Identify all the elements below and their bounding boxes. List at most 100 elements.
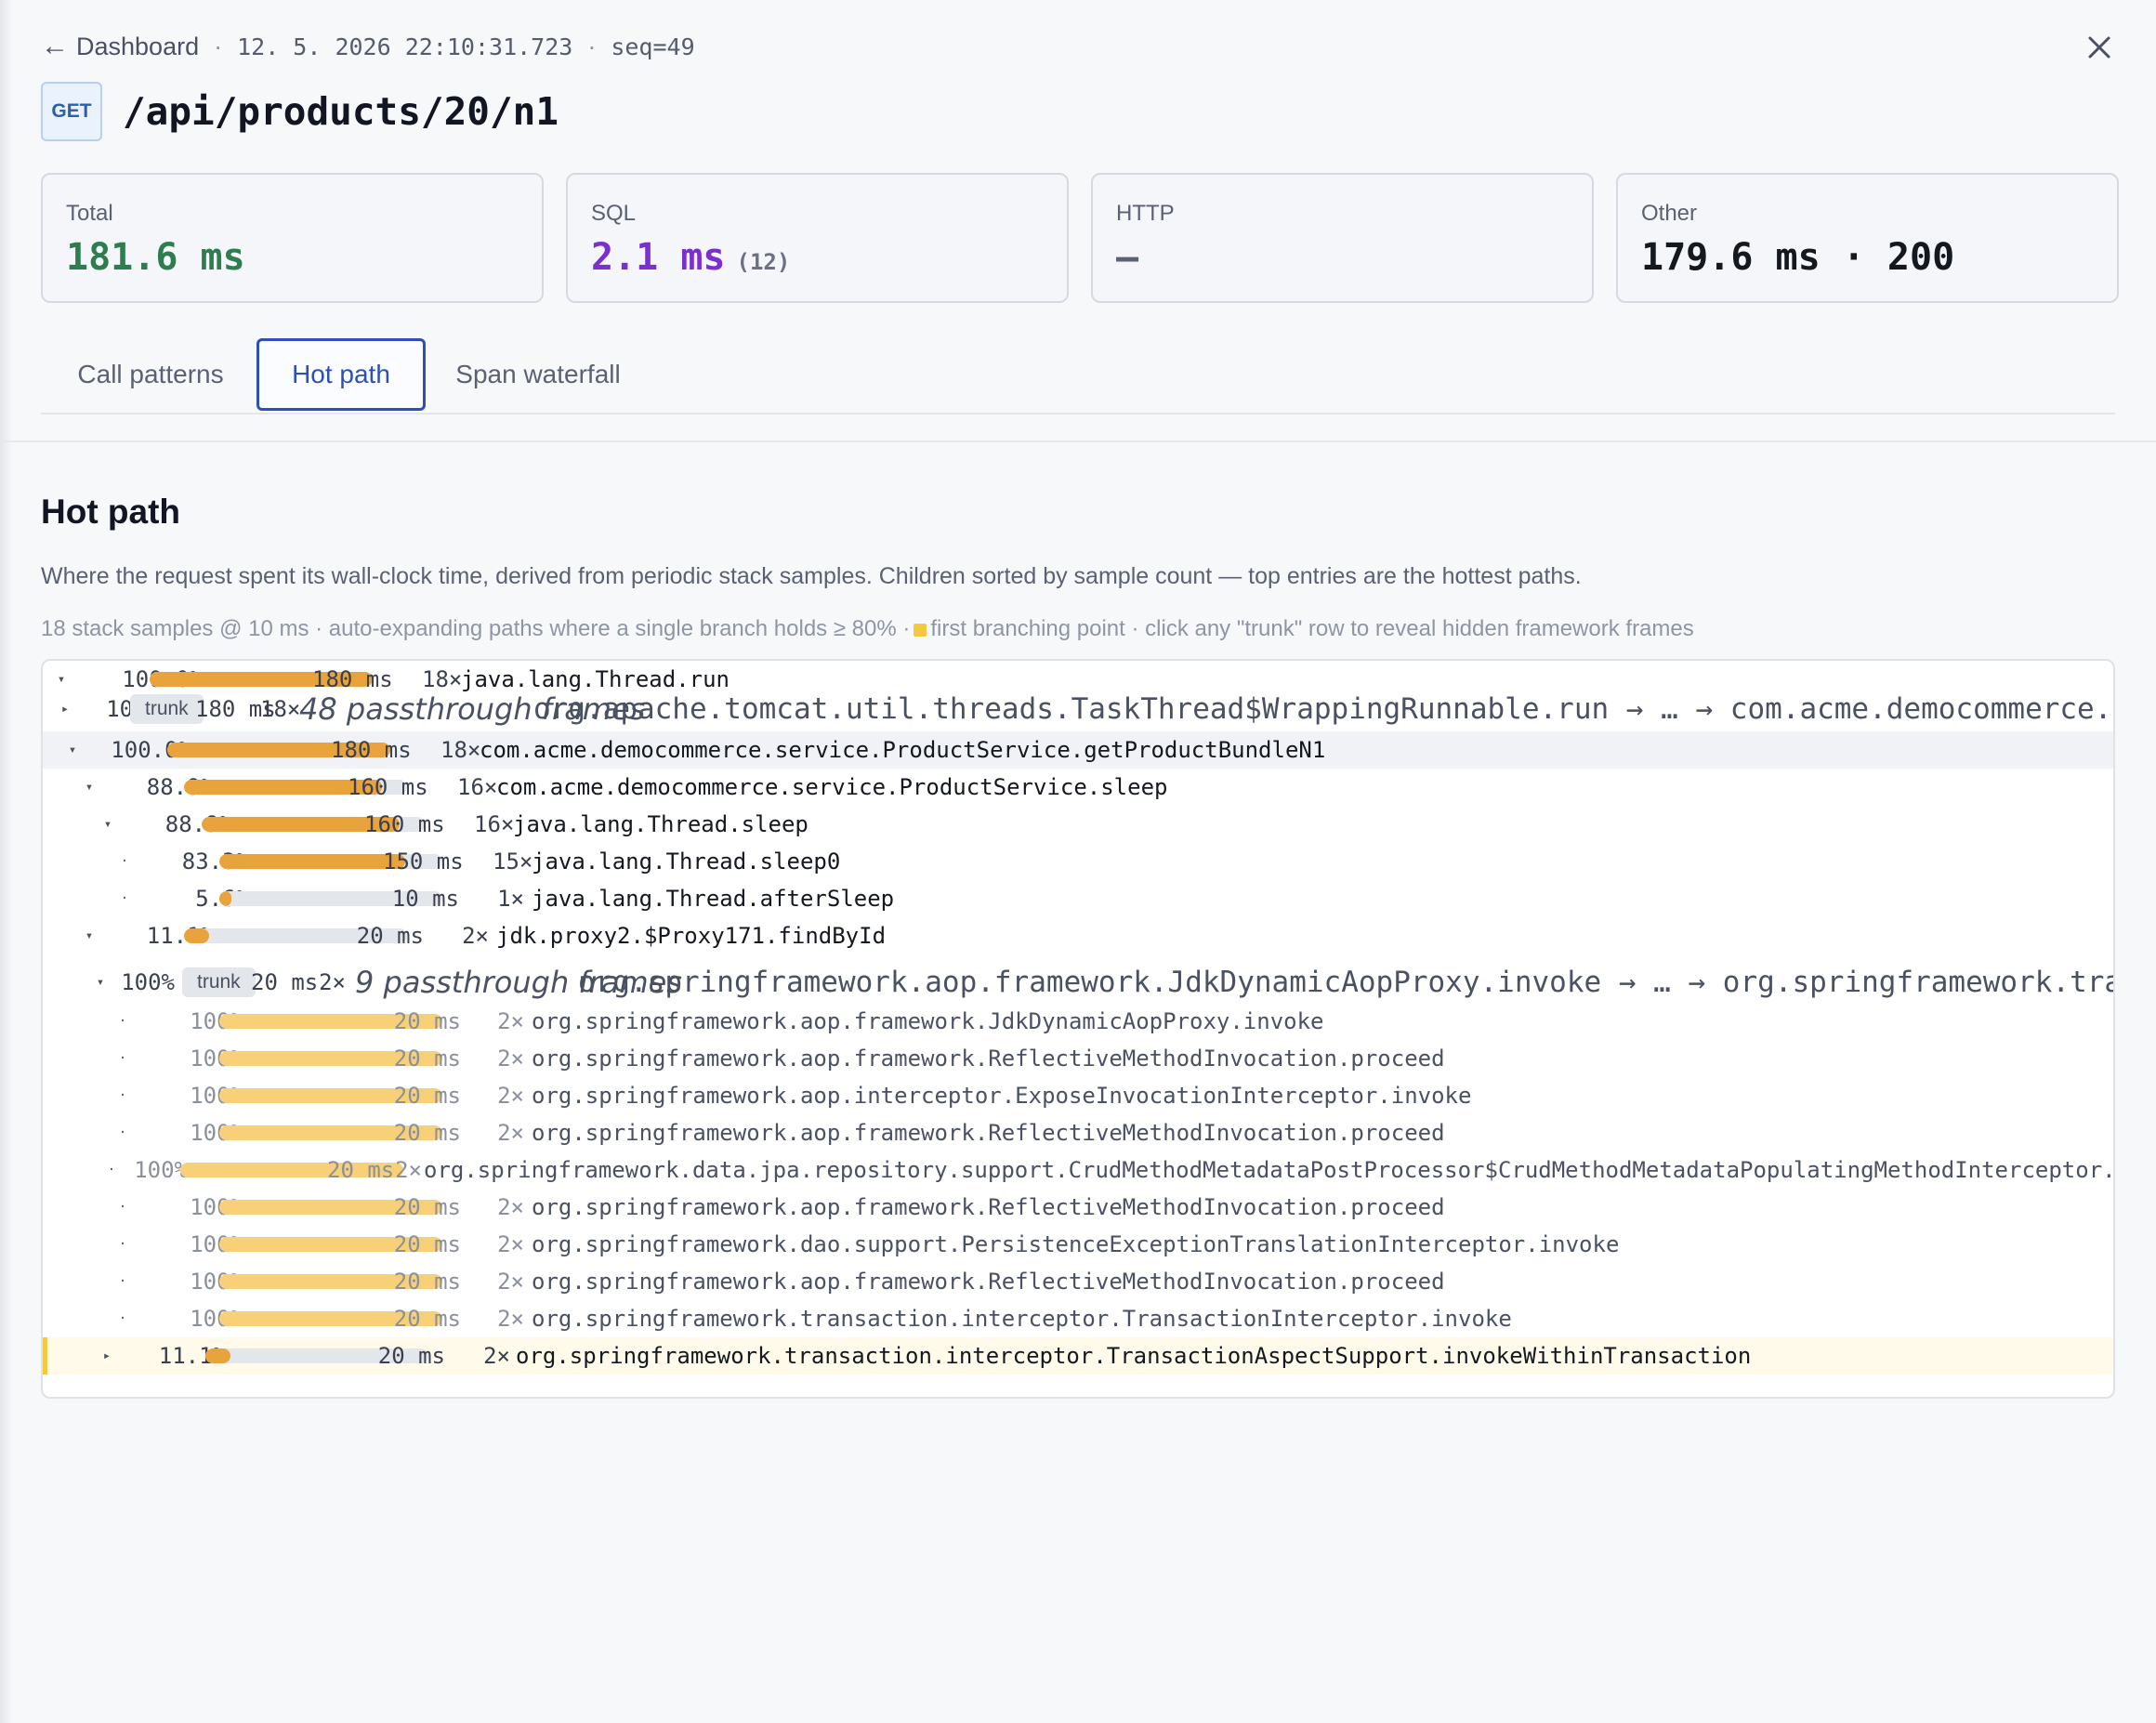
frame-name: org.springframework.aop.framework.Reflec…	[532, 1194, 1445, 1220]
tab-call-patterns[interactable]: Call patterns	[41, 338, 260, 411]
stat-card-sql: SQL 2.1 ms (12)	[566, 173, 1069, 303]
duration-ms: 20 ms	[393, 1231, 461, 1257]
sample-count: 2×	[497, 1306, 524, 1332]
sample-count: 2×	[483, 1343, 510, 1369]
tree-row[interactable]: ▾ 88.9% 160 ms 16× com.acme.democommerce.ser…	[43, 769, 2113, 806]
frame-name: org.springframework.dao.support.Persiste…	[532, 1231, 1620, 1257]
leaf-dot-icon: ·	[118, 1274, 127, 1289]
frame-name: java.lang.Thread.sleep	[513, 811, 808, 837]
sample-bar-fill	[219, 854, 405, 869]
sample-count: 2×	[497, 1231, 524, 1257]
stat-label: Other	[1641, 201, 1698, 226]
frame-name: java.lang.Thread.sleep0	[532, 848, 841, 875]
chevron-down-icon[interactable]: ▾	[80, 769, 99, 806]
trunk-badge[interactable]: trunk	[130, 694, 204, 724]
trunk-row[interactable]: ▾ 100% trunk 20 ms 2× 9 passthrough frames org…	[43, 960, 2113, 1005]
separator-dot: ·	[214, 32, 223, 60]
tree-row[interactable]: ▸ 11.1% 20 ms 2× org.springframework.transac…	[43, 1337, 2113, 1374]
frame-name: org.springframework.transaction.intercep…	[516, 1343, 1752, 1369]
close-button[interactable]	[2078, 26, 2121, 69]
sample-count: 2×	[497, 1083, 524, 1109]
tree-row[interactable]: ▾ 100.0% 180 ms 18× com.acme.democommerce.se…	[43, 731, 2113, 769]
sample-count: 16×	[474, 811, 515, 837]
header-divider	[0, 441, 2156, 442]
frame-name: org.springframework.aop.framework.Reflec…	[532, 1269, 1445, 1295]
trunk-row[interactable]: ▸100%trunk180 ms18×48 passthrough frames…	[43, 687, 2113, 731]
stat-card-other: Other 179.6 ms · 200	[1616, 173, 2119, 303]
tree-row[interactable]: ·5.6%10 ms1×java.lang.Thread.afterSleep	[43, 880, 2113, 917]
tree-row[interactable]: ▾ 88.9% 160 ms 16× java.lang.Thread.sleep	[43, 806, 2113, 843]
stat-sub-count: (12)	[736, 249, 791, 275]
chevron-right-icon[interactable]: ▸	[56, 687, 74, 731]
stat-cards: Total 181.6 ms SQL 2.1 ms (12) HTTP — Other 179.…	[41, 173, 2141, 303]
http-method-badge: GET	[41, 82, 102, 141]
tree-row[interactable]: · 100% 20 ms 2× org.springframework.aop.fram…	[43, 1263, 2113, 1300]
duration-ms: 150 ms	[383, 848, 464, 875]
frame-name: org.springframework.aop.framework.Reflec…	[532, 1120, 1445, 1146]
chevron-down-icon[interactable]: ▾	[63, 731, 82, 769]
tree-row[interactable]: · 100% 20 ms 2× org.springframework.transact…	[43, 1300, 2113, 1337]
tree-row[interactable]: · 100% 20 ms 2× org.springframework.aop.fram…	[43, 1114, 2113, 1151]
stat-value: 179.6 ms · 200	[1641, 236, 2117, 279]
stat-value-text: —	[1116, 236, 1139, 279]
tree-row[interactable]: · 83.3% 150 ms 15× java.lang.Thread.sleep0	[43, 843, 2113, 880]
leaf-dot-icon: ·	[107, 1163, 116, 1177]
request-path: /api/products/20/n1	[123, 89, 559, 134]
tree-row[interactable]: · 100% 20 ms 2× org.springframework.aop.fram…	[43, 1189, 2113, 1226]
hint-text-after: first branching point · click any "trunk…	[930, 616, 1694, 641]
sample-bar-fill	[219, 891, 232, 906]
frame-name: com.acme.democommerce.service.ProductSer…	[480, 737, 1326, 763]
tree-row[interactable]: · 100% 20 ms 2× org.springframework.aop.fram…	[43, 1003, 2113, 1040]
tree-row[interactable]: · 100% 20 ms 2× org.springframework.data.jpa…	[43, 1151, 2113, 1189]
sample-count: 2×	[462, 923, 489, 949]
request-title-row: GET /api/products/20/n1	[41, 82, 559, 141]
chevron-right-icon[interactable]: ▸	[98, 1337, 116, 1374]
tab-span-waterfall[interactable]: Span waterfall	[437, 338, 639, 411]
stat-label: Total	[66, 201, 113, 226]
tree-row[interactable]: ▾ 11.1% 20 ms 2× jdk.proxy2.$Proxy171.findBy…	[43, 917, 2113, 954]
frame-name: org.springframework.aop.framework.Reflec…	[532, 1046, 1445, 1072]
sample-count: 15×	[493, 848, 533, 875]
tree-row[interactable]: · 100% 20 ms 2× org.springframework.aop.inte…	[43, 1077, 2113, 1114]
sample-count: 2×	[497, 1046, 524, 1072]
duration-ms: 20 ms	[393, 1306, 461, 1332]
top-bar: ← Dashboard · 12. 5. 2026 22:10:31.723 ·…	[41, 28, 695, 65]
chevron-down-icon[interactable]: ▾	[99, 806, 117, 843]
arrow-left-icon: ←	[41, 31, 69, 61]
stat-card-total: Total 181.6 ms	[41, 173, 544, 303]
sample-count: 2×	[319, 969, 346, 995]
left-edge-shade	[0, 0, 13, 1723]
stat-label: SQL	[591, 201, 637, 226]
sample-percent: 100%	[134, 1157, 188, 1183]
tree-row[interactable]: · 100% 20 ms 2× org.springframework.aop.fram…	[43, 1040, 2113, 1077]
back-to-dashboard-link[interactable]: ← Dashboard	[41, 31, 199, 62]
duration-ms: 10 ms	[391, 886, 459, 912]
duration-ms: 180 ms	[331, 737, 412, 763]
leaf-dot-icon: ·	[118, 1088, 127, 1103]
chevron-down-icon[interactable]: ▾	[91, 960, 110, 1005]
chevron-down-icon[interactable]: ▾	[80, 917, 99, 954]
tab-hot-path[interactable]: Hot path	[256, 338, 426, 411]
sample-count: 2×	[395, 1157, 422, 1183]
frame-name: org.springframework.data.jpa.repository.…	[424, 1157, 2115, 1183]
tree-row[interactable]: · 100% 20 ms 2× org.springframework.dao.supp…	[43, 1226, 2113, 1263]
duration-ms: 20 ms	[393, 1120, 461, 1146]
back-label: Dashboard	[76, 32, 200, 60]
sample-count: 2×	[497, 1008, 524, 1034]
frame-name: java.lang.Thread.afterSleep	[532, 886, 895, 912]
stat-label: HTTP	[1116, 201, 1175, 226]
duration-ms: 20 ms	[393, 1269, 461, 1295]
sample-bar-fill	[184, 928, 209, 943]
stat-value: 2.1 ms (12)	[591, 236, 1067, 279]
leaf-dot-icon: ·	[118, 1014, 127, 1029]
leaf-dot-icon: ·	[118, 1311, 127, 1326]
stat-value: 181.6 ms	[66, 236, 542, 279]
frame-name: org.springframework.transaction.intercep…	[532, 1306, 1512, 1332]
sample-count: 2×	[497, 1120, 524, 1146]
frame-name: org.springframework.aop.interceptor.Expo…	[532, 1083, 1472, 1109]
branch-marker-icon	[914, 623, 927, 637]
trunk-badge[interactable]: trunk	[182, 967, 256, 997]
stat-card-http: HTTP —	[1091, 173, 1594, 303]
leaf-dot-icon: ·	[118, 1051, 127, 1066]
duration-ms: 20 ms	[393, 1083, 461, 1109]
